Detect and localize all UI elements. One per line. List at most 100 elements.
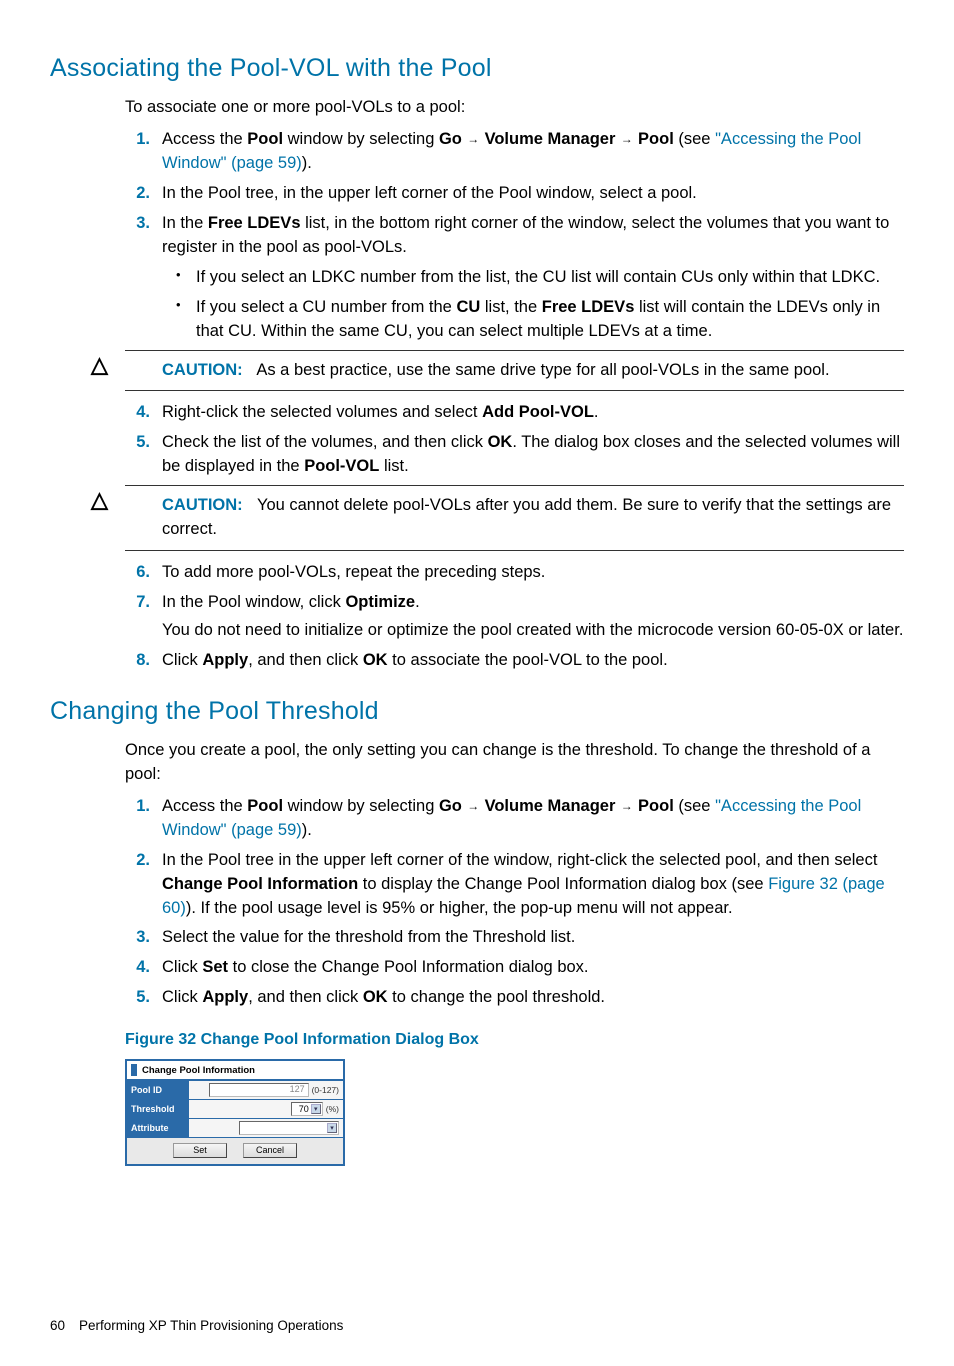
s2-step5: 5. Click Apply, and then click OK to cha… — [125, 986, 904, 1010]
caution-box-2: △ CAUTION: You cannot delete pool-VOLs a… — [125, 485, 904, 551]
bullet-icon: • — [176, 296, 181, 315]
text: (see — [674, 130, 715, 148]
bold-text: Go — [439, 130, 462, 148]
s1-step6: 6. To add more pool-VOLs, repeat the pre… — [125, 561, 904, 585]
s1-step2: 2. In the Pool tree, in the upper left c… — [125, 182, 904, 206]
text: If you select a CU number from the — [196, 298, 456, 316]
page-number: 60 — [50, 1316, 65, 1336]
threshold-label: Threshold — [127, 1100, 189, 1118]
bold-text: Change Pool Information — [162, 875, 358, 893]
dialog-titlebar: Change Pool Information — [127, 1061, 343, 1080]
section2-heading: Changing the Pool Threshold — [50, 693, 904, 729]
arrow-right-icon: → — [462, 132, 485, 146]
list-number: 3. — [125, 926, 150, 950]
text: . — [415, 593, 420, 611]
caution-triangle-icon: △ — [91, 354, 108, 376]
dialog-row-attribute: Attribute ▾ — [127, 1118, 343, 1137]
bold-text: OK — [363, 651, 388, 669]
s2-step2: 2. In the Pool tree in the upper left co… — [125, 849, 904, 921]
poolid-label: Pool ID — [127, 1081, 189, 1099]
bold-text: OK — [488, 433, 513, 451]
figure-title: Figure 32 Change Pool Information Dialog… — [125, 1028, 904, 1051]
bold-text: Free LDEVs — [208, 214, 301, 232]
bold-text: Volume Manager — [485, 130, 616, 148]
footer-title: Performing XP Thin Provisioning Operatio… — [79, 1316, 343, 1336]
list-number: 5. — [125, 986, 150, 1010]
caution-text: As a best practice, use the same drive t… — [256, 361, 829, 379]
section2-intro: Once you create a pool, the only setting… — [125, 739, 904, 787]
list-number: 3. — [125, 212, 150, 236]
text: Click — [162, 988, 202, 1006]
bold-text: Pool-VOL — [304, 457, 379, 475]
cancel-button[interactable]: Cancel — [243, 1143, 297, 1158]
s1-step7: 7. In the Pool window, click Optimize. Y… — [125, 591, 904, 643]
list-number: 7. — [125, 591, 150, 615]
caution-triangle-icon: △ — [91, 489, 108, 511]
s1-step1: 1. Access the Pool window by selecting G… — [125, 128, 904, 176]
text: to associate the pool-VOL to the pool. — [388, 651, 668, 669]
bold-text: Set — [202, 958, 228, 976]
text: ). — [302, 821, 312, 839]
text: Access the — [162, 130, 247, 148]
bold-text: Apply — [202, 651, 248, 669]
threshold-unit: (%) — [326, 1105, 339, 1114]
bold-text: Free LDEVs — [542, 298, 635, 316]
arrow-right-icon: → — [615, 132, 638, 146]
s1-step5: 5. Check the list of the volumes, and th… — [125, 431, 904, 479]
bold-text: Volume Manager — [485, 797, 616, 815]
text: In the Pool tree, in the upper left corn… — [162, 184, 697, 202]
list-number: 5. — [125, 431, 150, 455]
text: list, the — [480, 298, 541, 316]
bold-text: Add Pool-VOL — [482, 403, 594, 421]
text: ). If the pool usage level is 95% or hig… — [186, 899, 733, 917]
caution-label: CAUTION: — [162, 361, 253, 379]
attribute-select[interactable]: ▾ — [239, 1121, 339, 1135]
s2-step1: 1. Access the Pool window by selecting G… — [125, 795, 904, 843]
list-number: 8. — [125, 649, 150, 673]
list-number: 2. — [125, 182, 150, 206]
threshold-value: 70 — [299, 1105, 309, 1114]
attribute-label: Attribute — [127, 1119, 189, 1137]
chevron-down-icon: ▾ — [327, 1123, 337, 1133]
caution-label: CAUTION: — [162, 496, 253, 514]
threshold-select[interactable]: 70 ▾ — [291, 1102, 323, 1116]
text: Select the value for the threshold from … — [162, 928, 575, 946]
page-footer: 60 Performing XP Thin Provisioning Opera… — [50, 1316, 904, 1336]
text: window by selecting — [283, 797, 439, 815]
bold-text: Pool — [247, 130, 283, 148]
text: In the — [162, 214, 208, 232]
section2-list: 1. Access the Pool window by selecting G… — [125, 795, 904, 1010]
section1-heading: Associating the Pool-VOL with the Pool — [50, 50, 904, 86]
s2-step3: 3. Select the value for the threshold fr… — [125, 926, 904, 950]
dialog-row-poolid: Pool ID 127 (0-127) — [127, 1080, 343, 1099]
bold-text: Optimize — [345, 593, 415, 611]
s1-step4: 4. Right-click the selected volumes and … — [125, 401, 904, 425]
s2-step4: 4. Click Set to close the Change Pool In… — [125, 956, 904, 980]
text: If you select an LDKC number from the li… — [196, 268, 880, 286]
bold-text: Pool — [247, 797, 283, 815]
list-number: 1. — [125, 128, 150, 152]
list-number: 1. — [125, 795, 150, 819]
text: to display the Change Pool Information d… — [358, 875, 768, 893]
dialog-title-icon — [131, 1064, 137, 1076]
text: , and then click — [248, 651, 363, 669]
arrow-right-icon: → — [462, 799, 485, 813]
section1-list: 1. Access the Pool window by selecting G… — [125, 128, 904, 343]
dialog-button-row: Set Cancel — [127, 1137, 343, 1164]
text: Check the list of the volumes, and then … — [162, 433, 488, 451]
arrow-right-icon: → — [615, 799, 638, 813]
text: Click — [162, 958, 202, 976]
poolid-field: 127 — [209, 1083, 309, 1097]
set-button[interactable]: Set — [173, 1143, 227, 1158]
sub-bullet-1: • If you select an LDKC number from the … — [162, 266, 904, 290]
s1-step8: 8. Click Apply, and then click OK to ass… — [125, 649, 904, 673]
change-pool-info-dialog: Change Pool Information Pool ID 127 (0-1… — [125, 1059, 345, 1166]
bold-text: Go — [439, 797, 462, 815]
text: to change the pool threshold. — [388, 988, 605, 1006]
sub-bullet-2: • If you select a CU number from the CU … — [162, 296, 904, 344]
text: list. — [379, 457, 408, 475]
poolid-range: (0-127) — [312, 1086, 339, 1095]
caution-box-1: △ CAUTION: As a best practice, use the s… — [125, 350, 904, 392]
bold-text: OK — [363, 988, 388, 1006]
caution-text: You cannot delete pool-VOLs after you ad… — [162, 496, 891, 538]
